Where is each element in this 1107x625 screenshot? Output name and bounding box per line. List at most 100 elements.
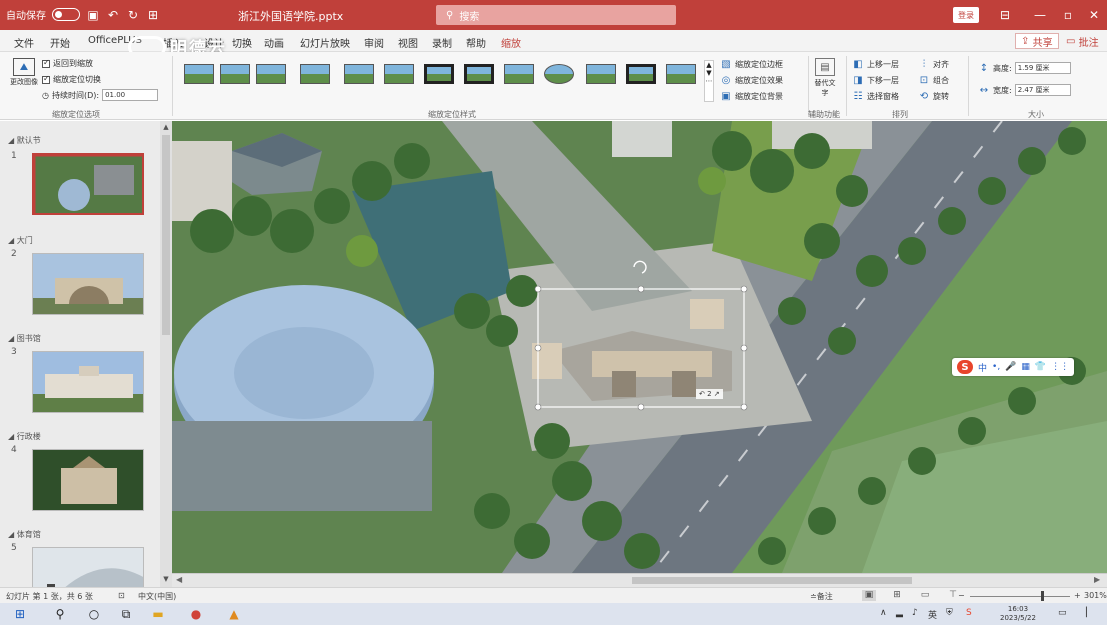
zoom-effects-button[interactable]: ◎ 缩放定位效果: [720, 74, 783, 86]
notification-icon[interactable]: ▭: [1058, 608, 1067, 618]
ime-mic-icon[interactable]: 🎤: [1005, 362, 1016, 372]
selection-pane-button[interactable]: ☷ 选择窗格: [852, 90, 899, 102]
show-desktop-icon[interactable]: ▏: [1086, 608, 1093, 618]
zoom-style-thumb[interactable]: [344, 64, 374, 84]
ime-logo-icon[interactable]: S: [957, 360, 973, 374]
align-button[interactable]: ⫶ 对齐: [918, 58, 949, 70]
undo-icon[interactable]: ↶: [106, 8, 120, 22]
zoom-style-thumb[interactable]: [184, 64, 214, 84]
zoom-style-thumb[interactable]: [504, 64, 534, 84]
zoom-slider-knob[interactable]: [1041, 591, 1044, 601]
slide-thumbnail[interactable]: [32, 153, 144, 215]
ime-keyboard-icon[interactable]: ▦: [1021, 362, 1030, 372]
ime-chinese-mode[interactable]: 中: [978, 361, 987, 374]
reading-view-icon[interactable]: ▭: [918, 590, 932, 601]
present-icon[interactable]: ⊞: [146, 8, 160, 22]
group-button[interactable]: ⊡ 组合: [918, 74, 949, 86]
zoom-in-icon[interactable]: +: [1074, 591, 1081, 600]
spellcheck-icon[interactable]: ⊡: [118, 591, 125, 600]
tray-volume-icon[interactable]: ♪: [912, 608, 918, 618]
zoom-style-thumb[interactable]: [424, 64, 454, 84]
gallery-scroll[interactable]: ▲ ▼ ⋯: [704, 60, 714, 102]
tab-file[interactable]: 文件: [14, 35, 34, 50]
bring-forward-button[interactable]: ◧ 上移一层: [852, 58, 899, 70]
cortana-icon[interactable]: ○: [86, 606, 102, 622]
tab-transitions[interactable]: 切换: [232, 35, 252, 50]
zoom-style-thumb[interactable]: [220, 64, 250, 84]
tab-view[interactable]: 视图: [398, 35, 418, 50]
canvas-horizontal-scrollbar[interactable]: ◀ ▶: [172, 573, 1107, 587]
zoom-background-button[interactable]: ▣ 缩放定位背景: [720, 90, 783, 102]
scroll-thumb[interactable]: [162, 135, 170, 335]
scroll-up-icon[interactable]: ▲: [161, 123, 171, 133]
file-explorer-icon[interactable]: ▬: [150, 606, 166, 622]
zoom-style-thumb[interactable]: [300, 64, 330, 84]
ime-toolbar[interactable]: S 中 •, 🎤 ▦ 👕 ⋮⋮: [952, 358, 1075, 376]
zoom-transition-check[interactable]: [42, 74, 50, 84]
section-title[interactable]: ◢ 体育馆: [8, 529, 41, 540]
share-button[interactable]: ⇪ 共享: [1015, 33, 1059, 49]
tray-network-icon[interactable]: ▂: [896, 608, 903, 618]
autosave-toggle[interactable]: [52, 8, 80, 21]
tray-chevron-icon[interactable]: ∧: [880, 608, 887, 618]
redo-icon[interactable]: ↻: [126, 8, 140, 22]
rotate-button[interactable]: ⟲ 旋转: [918, 90, 949, 102]
zoom-style-thumb[interactable]: [544, 64, 574, 84]
section-title[interactable]: ◢ 默认节: [8, 135, 41, 146]
language-label[interactable]: 中文(中国): [138, 591, 176, 602]
notes-button[interactable]: ≐备注: [810, 591, 833, 602]
app-cone-icon[interactable]: ▲: [226, 606, 242, 622]
section-title[interactable]: ◢ 大门: [8, 235, 33, 246]
change-image-button[interactable]: ⛰ 更改图像: [10, 58, 38, 87]
search-input[interactable]: ⚲ 搜索: [436, 5, 676, 25]
width-input[interactable]: 2.47 厘米: [1014, 84, 1071, 96]
slide-canvas[interactable]: ↶ 2 ↗: [172, 121, 1107, 573]
close-icon[interactable]: ✕: [1084, 5, 1104, 25]
zoom-style-thumb[interactable]: [626, 64, 656, 84]
minimize-icon[interactable]: —: [1030, 5, 1050, 25]
tab-home[interactable]: 开始: [50, 35, 70, 50]
ime-punct-icon[interactable]: •,: [992, 362, 1000, 372]
comment-button[interactable]: ▭ 批注: [1062, 33, 1103, 49]
zoom-slider[interactable]: [970, 596, 1070, 597]
slide-thumbnail[interactable]: [32, 547, 144, 589]
save-icon[interactable]: ▣: [86, 8, 100, 22]
ime-more-icon[interactable]: ⋮⋮: [1051, 362, 1069, 372]
zoom-style-thumb[interactable]: [384, 64, 414, 84]
zoom-return-label[interactable]: ↶ 2 ↗: [696, 389, 723, 399]
ime-skin-icon[interactable]: 👕: [1035, 362, 1046, 372]
tray-ime-icon[interactable]: 英: [928, 608, 937, 621]
windows-start-icon[interactable]: ⊞: [12, 606, 28, 622]
scroll-down-icon[interactable]: ▼: [161, 575, 171, 585]
zoom-transition-checkbox[interactable]: 缩放定位切换: [42, 74, 101, 85]
normal-view-icon[interactable]: ▣: [862, 590, 876, 601]
tab-review[interactable]: 审阅: [364, 35, 384, 50]
section-title[interactable]: ◢ 图书馆: [8, 333, 41, 344]
scroll-right-icon[interactable]: ▶: [1094, 575, 1100, 584]
zoom-style-thumb[interactable]: [666, 64, 696, 84]
zoom-style-thumb[interactable]: [256, 64, 286, 84]
tray-sogou-icon[interactable]: S: [966, 608, 972, 618]
zoom-out-icon[interactable]: −: [958, 591, 965, 600]
send-backward-button[interactable]: ◨ 下移一层: [852, 74, 899, 86]
tab-slideshow[interactable]: 幻灯片放映: [300, 35, 350, 50]
tab-record[interactable]: 录制: [432, 35, 452, 50]
task-view-icon[interactable]: ⧉: [118, 606, 134, 622]
sign-in-button[interactable]: 登录: [953, 7, 979, 23]
scroll-thumb[interactable]: [632, 577, 912, 584]
restore-icon[interactable]: ▫: [1058, 5, 1078, 25]
slide-thumbnail[interactable]: [32, 253, 144, 315]
taskbar-clock[interactable]: 16:03 2023/5/22: [1000, 605, 1036, 623]
zoom-style-thumb[interactable]: [586, 64, 616, 84]
tab-help[interactable]: 帮助: [466, 35, 486, 50]
return-to-zoom-checkbox[interactable]: 返回到缩放: [42, 58, 93, 69]
slide-thumbnail[interactable]: [32, 449, 144, 511]
taskbar-search-icon[interactable]: ⚲: [52, 606, 68, 622]
duration-input[interactable]: 01.00: [102, 89, 159, 101]
panel-scrollbar[interactable]: ▲ ▼: [160, 121, 172, 589]
return-to-zoom-check[interactable]: [42, 58, 50, 68]
section-title[interactable]: ◢ 行政楼: [8, 431, 41, 442]
tab-animations[interactable]: 动画: [264, 35, 284, 50]
zoom-style-thumb[interactable]: [464, 64, 494, 84]
ribbon-display-icon[interactable]: ⊟: [995, 5, 1015, 25]
